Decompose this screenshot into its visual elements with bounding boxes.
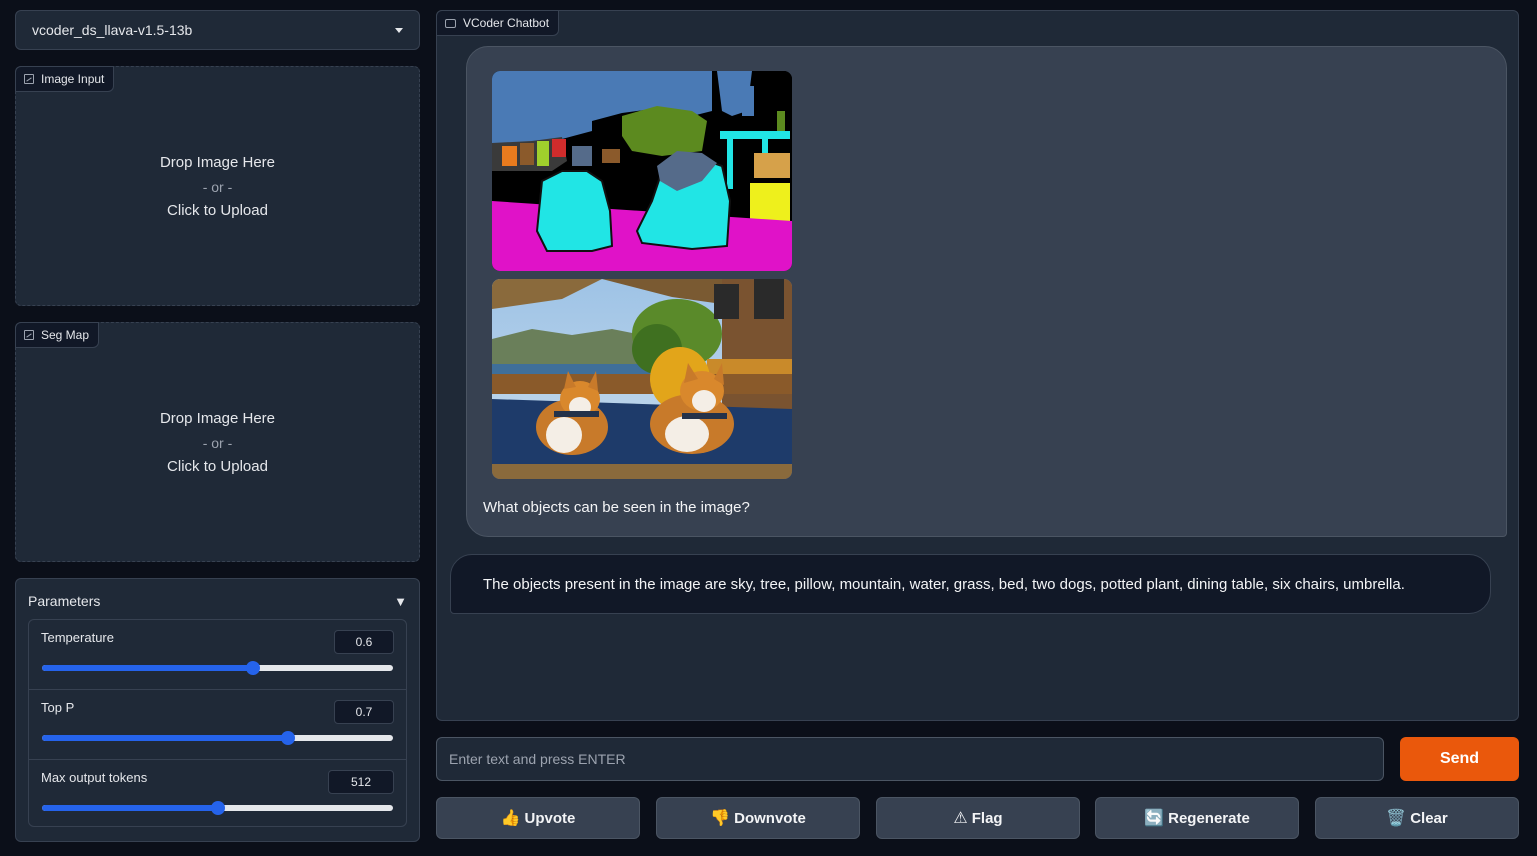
- max-tokens-label: Max output tokens: [41, 770, 148, 785]
- upload-instructions: Drop Image Here - or - Click to Upload: [16, 407, 419, 479]
- flag-button[interactable]: ⚠ Flag: [876, 797, 1080, 839]
- max-tokens-row: Max output tokens 512: [29, 760, 406, 830]
- upvote-button[interactable]: 👍 Upvote: [436, 797, 640, 839]
- click-to-upload-text: Click to Upload: [167, 458, 268, 475]
- temperature-label: Temperature: [41, 630, 114, 645]
- warning-icon: ⚠: [953, 810, 968, 827]
- refresh-icon: 🔄: [1144, 810, 1165, 827]
- parameters-panel: Parameters ▼ Temperature 0.6 Top P 0.7 M…: [15, 578, 420, 842]
- drop-image-text: Drop Image Here: [159, 410, 276, 427]
- regenerate-label: Regenerate: [1168, 809, 1250, 827]
- downvote-button[interactable]: 👎 Downvote: [656, 797, 860, 839]
- clear-button[interactable]: 🗑️ Clear: [1315, 797, 1519, 839]
- temperature-input[interactable]: 0.6: [334, 630, 394, 654]
- model-select[interactable]: vcoder_ds_llava-v1.5-13b: [15, 10, 420, 50]
- regenerate-button[interactable]: 🔄 Regenerate: [1095, 797, 1299, 839]
- image-icon: [24, 74, 34, 84]
- user-message: What objects can be seen in the image?: [466, 46, 1507, 537]
- thumbs-down-icon: 👎: [710, 810, 731, 827]
- user-message-text: What objects can be seen in the image?: [483, 499, 750, 516]
- click-to-upload-text: Click to Upload: [167, 202, 268, 219]
- collapse-triangle-icon[interactable]: ▼: [394, 594, 407, 609]
- model-select-value: vcoder_ds_llava-v1.5-13b: [32, 22, 193, 38]
- upload-instructions: Drop Image Here - or - Click to Upload: [16, 151, 419, 223]
- segmentation-map-graphic: [492, 71, 792, 271]
- slider-thumb[interactable]: [280, 731, 295, 745]
- max-tokens-slider[interactable]: [42, 801, 393, 815]
- chatbot-panel: VCoder Chatbot What objects can be seen …: [436, 10, 1519, 721]
- seg-map-dropzone[interactable]: Seg Map Drop Image Here - or - Click to …: [15, 322, 420, 562]
- corgi-photo-graphic: [492, 279, 792, 479]
- bot-message: The objects present in the image are sky…: [450, 554, 1491, 614]
- chatbot-label: VCoder Chatbot: [436, 10, 560, 36]
- upvote-label: Upvote: [524, 809, 576, 827]
- slider-fill: [42, 735, 288, 741]
- segmentation-map-image: [492, 71, 792, 271]
- drop-image-text: Drop Image Here: [159, 154, 276, 171]
- temperature-slider[interactable]: [42, 661, 393, 675]
- chat-icon: [445, 18, 456, 28]
- top-p-input[interactable]: 0.7: [334, 700, 394, 724]
- parameters-title: Parameters: [28, 593, 101, 609]
- parameters-header[interactable]: Parameters ▼: [28, 591, 407, 611]
- slider-thumb[interactable]: [210, 801, 225, 815]
- thumbs-up-icon: 👍: [500, 810, 521, 827]
- clear-label: Clear: [1410, 809, 1448, 827]
- top-p-slider[interactable]: [42, 731, 393, 745]
- corgi-photo-image: [492, 279, 792, 479]
- max-tokens-input[interactable]: 512: [328, 770, 394, 794]
- or-text: - or -: [202, 435, 233, 451]
- message-input[interactable]: [436, 737, 1384, 781]
- trash-icon: 🗑️: [1386, 810, 1407, 827]
- slider-fill: [42, 805, 218, 811]
- top-p-row: Top P 0.7: [29, 690, 406, 760]
- image-input-dropzone[interactable]: Image Input Drop Image Here - or - Click…: [15, 66, 420, 306]
- image-input-label: Image Input: [15, 66, 115, 92]
- flag-label: Flag: [971, 809, 1003, 827]
- seg-map-label: Seg Map: [15, 322, 100, 348]
- image-icon: [24, 330, 34, 340]
- slider-thumb[interactable]: [245, 661, 260, 675]
- slider-fill: [42, 665, 253, 671]
- bot-message-text: The objects present in the image are sky…: [483, 576, 1405, 593]
- downvote-label: Downvote: [734, 809, 806, 827]
- temperature-row: Temperature 0.6: [29, 620, 406, 690]
- parameters-body: Temperature 0.6 Top P 0.7 Max output tok…: [28, 619, 407, 827]
- top-p-label: Top P: [41, 700, 75, 715]
- send-button[interactable]: Send: [1400, 737, 1519, 781]
- chevron-down-icon: [395, 27, 403, 33]
- or-text: - or -: [202, 179, 233, 195]
